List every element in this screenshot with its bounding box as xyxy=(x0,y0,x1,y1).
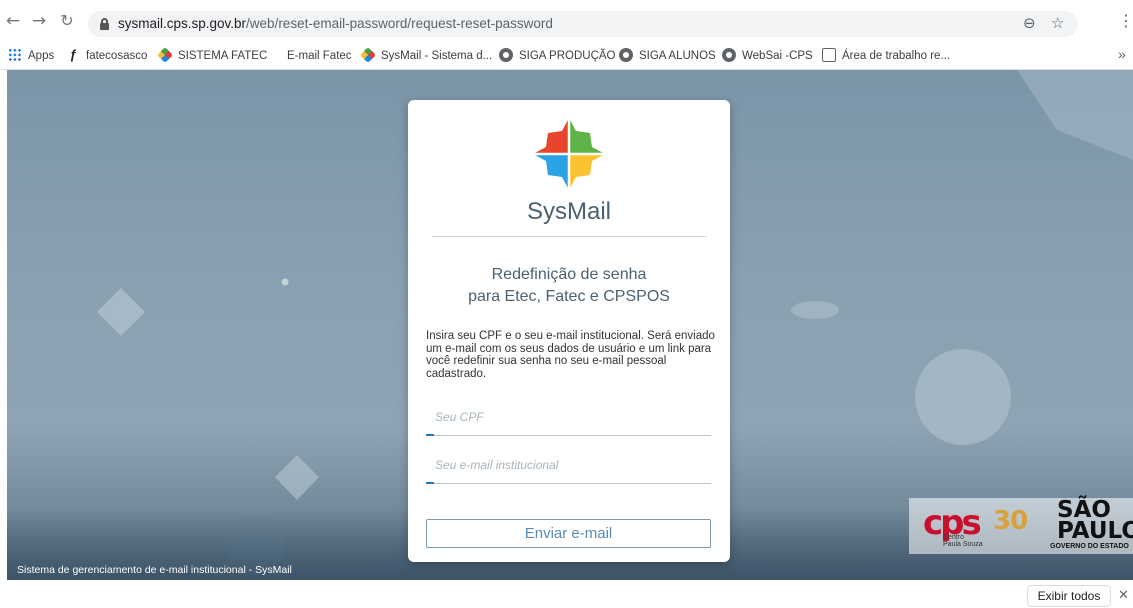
bookmarks-bar: Apps ƒ fatecosasco SISTEMA FATEC E-mail F… xyxy=(0,42,1133,70)
instructions-text: Insira seu CPF e o seu e-mail institucio… xyxy=(426,330,715,380)
sp-line-2: PAULO xyxy=(1057,518,1133,544)
lock-icon[interactable] xyxy=(100,18,109,30)
heading-line-1: Redefinição de senha xyxy=(491,266,647,283)
logo-blue-petal xyxy=(533,154,569,190)
sysmail-icon xyxy=(157,47,173,63)
bookmark-sysmail[interactable]: SysMail - Sistema d... xyxy=(360,47,493,65)
logo-red-petal xyxy=(533,118,569,154)
cpf-underline xyxy=(426,435,711,436)
cps-name-line-2: Paula Souza xyxy=(943,541,983,548)
sp-government-label: GOVERNO DO ESTADO xyxy=(1050,543,1129,550)
heading-line-2: para Etec, Fatec e CPSPOS xyxy=(468,288,670,305)
footer-text: Sistema de gerenciamento de e-mail insti… xyxy=(17,564,292,576)
url-host: sysmail.cps.sp.gov.br xyxy=(118,16,247,31)
browser-toolbar: ← → ↻ sysmail.cps.sp.gov.br/web/reset-em… xyxy=(0,0,1133,42)
logo-green-petal xyxy=(569,118,605,154)
microsoft-icon xyxy=(267,48,281,62)
card-divider xyxy=(432,236,706,237)
bookmark-area-trabalho[interactable]: Área de trabalho re... xyxy=(822,47,950,65)
email-field xyxy=(426,449,711,485)
sysmail-icon xyxy=(360,47,376,63)
send-email-button[interactable]: Enviar e-mail xyxy=(426,519,711,548)
remote-desktop-icon xyxy=(822,47,836,62)
bookmark-label: SISTEMA FATEC xyxy=(178,50,268,62)
cpf-field xyxy=(426,401,711,437)
url-path: /web/reset-email-password/request-reset-… xyxy=(246,16,553,31)
back-icon[interactable]: ← xyxy=(4,12,22,30)
cps-anniversary: 30 xyxy=(993,506,1028,536)
bookmark-email-fatec[interactable]: E-mail Fatec xyxy=(267,47,352,65)
bookmark-siga-alunos[interactable]: SIGA ALUNOS xyxy=(619,47,716,65)
bookmark-label: Área de trabalho re... xyxy=(842,50,951,62)
cps-name-line-1: Centro xyxy=(943,534,965,541)
fatec-icon: ƒ xyxy=(69,46,77,62)
star-icon[interactable]: ☆ xyxy=(1051,14,1064,32)
bookmark-label: SIGA PRODUÇÃO xyxy=(519,50,616,62)
show-all-downloads-button[interactable]: Exibir todos xyxy=(1027,585,1111,607)
apps-grid-icon xyxy=(8,47,22,62)
sp-logo-text: SÃO PAULO xyxy=(1057,499,1133,544)
reload-icon[interactable]: ↻ xyxy=(58,12,76,30)
bookmark-apps[interactable]: Apps xyxy=(8,47,54,65)
brand-title: SysMail xyxy=(526,198,611,225)
email-underline xyxy=(426,483,711,484)
close-icon[interactable]: ✕ xyxy=(1118,588,1129,603)
bookmark-websai[interactable]: WebSai -CPS xyxy=(722,47,813,65)
cpf-focus-indicator xyxy=(426,434,434,436)
globe-icon xyxy=(722,47,736,62)
address-bar[interactable]: sysmail.cps.sp.gov.br/web/reset-email-pa… xyxy=(88,11,1078,37)
bookmark-sistema-fatec[interactable]: SISTEMA FATEC xyxy=(157,47,268,65)
url-text[interactable]: sysmail.cps.sp.gov.br/web/reset-email-pa… xyxy=(118,16,553,31)
reset-password-card: SysMail Redefinição de senha para Etec, … xyxy=(408,100,730,562)
forward-icon[interactable]: → xyxy=(30,12,48,30)
page-viewport: SysMail Redefinição de senha para Etec, … xyxy=(7,70,1133,580)
globe-icon xyxy=(499,47,513,62)
cps-name: Centro Paula Souza xyxy=(943,534,983,548)
downloads-bar: Exibir todos ✕ xyxy=(0,580,1133,608)
logo-yellow-petal xyxy=(569,154,605,190)
zoom-icon[interactable]: ⊖ xyxy=(1023,14,1036,32)
page-heading: Redefinição de senha para Etec, Fatec e … xyxy=(408,264,730,308)
bookmark-fatecosasco[interactable]: ƒ fatecosasco xyxy=(66,47,147,65)
globe-icon xyxy=(619,47,633,62)
bookmark-siga-producao[interactable]: SIGA PRODUÇÃO xyxy=(499,47,616,65)
cpf-input[interactable] xyxy=(426,401,711,433)
email-input[interactable] xyxy=(426,449,711,481)
email-focus-indicator xyxy=(426,482,434,484)
sysmail-logo-icon xyxy=(533,118,605,190)
bookmark-label: fatecosasco xyxy=(86,50,148,62)
bookmarks-overflow-button[interactable]: » xyxy=(1118,46,1126,62)
bookmark-label: WebSai -CPS xyxy=(742,50,813,62)
bookmark-label: E-mail Fatec xyxy=(287,50,352,62)
bookmark-label: Apps xyxy=(28,50,55,62)
cps-sp-logo: cps 30 Centro Paula Souza SÃO PAULO GOVE… xyxy=(909,498,1133,554)
bookmark-label: SysMail - Sistema d... xyxy=(381,50,493,62)
bookmark-label: SIGA ALUNOS xyxy=(639,50,716,62)
kebab-menu-icon[interactable]: ⋮ xyxy=(1118,13,1133,29)
